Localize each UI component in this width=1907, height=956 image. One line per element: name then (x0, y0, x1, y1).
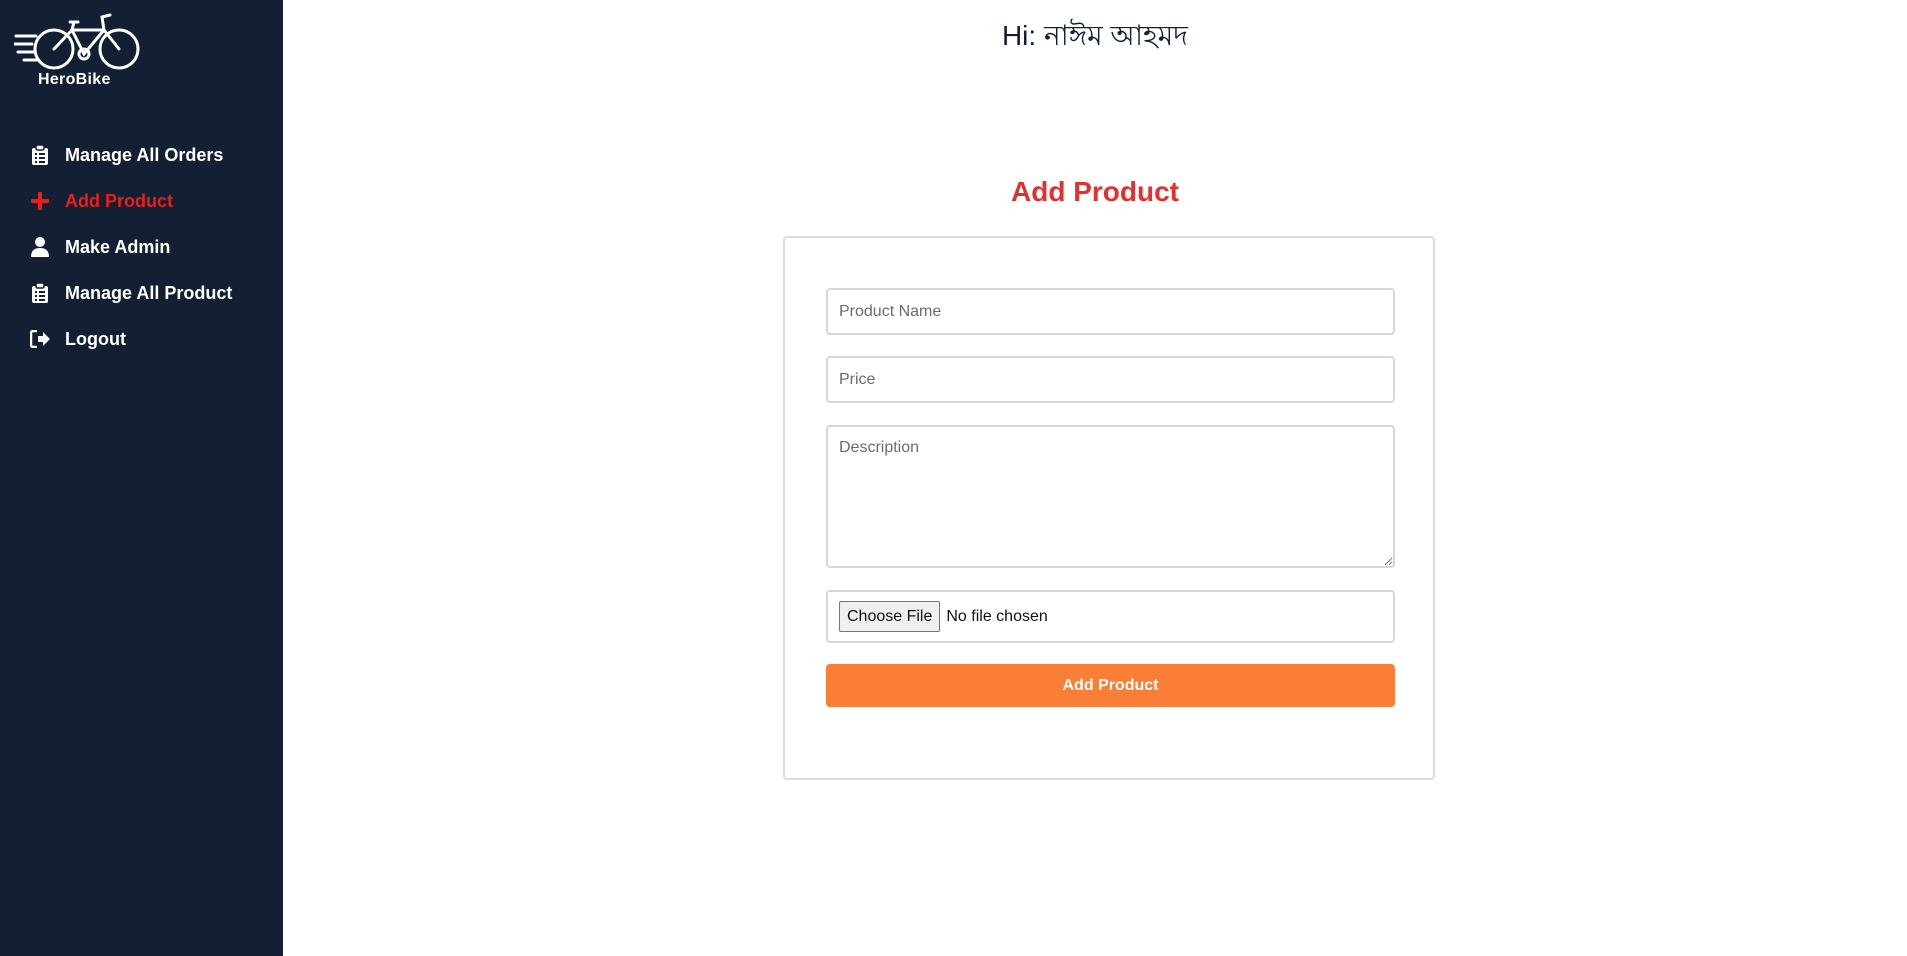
brand-name: HeroBike (38, 71, 111, 88)
sidebar-item-logout[interactable]: Logout (0, 316, 283, 362)
page-title: Add Product (1011, 176, 1179, 207)
sidebar-item-add-product[interactable]: Add Product (0, 178, 283, 224)
price-input[interactable] (826, 356, 1395, 403)
sign-out-icon (30, 329, 50, 349)
plus-icon (30, 191, 50, 211)
user-icon (30, 237, 50, 257)
brand-logo[interactable]: HeroBike (14, 12, 144, 92)
add-product-submit-button[interactable]: Add Product (826, 664, 1395, 707)
sidebar-item-label: Manage All Product (65, 282, 233, 303)
sidebar-item-label: Logout (65, 328, 126, 349)
add-product-form: Choose File No file chosen Add Product (783, 236, 1435, 780)
bicycle-icon (14, 13, 140, 70)
sidebar: HeroBike Manage All Orders Add Product M… (0, 0, 283, 956)
sidebar-nav: Manage All Orders Add Product Make Admin… (0, 132, 283, 362)
sidebar-item-label: Make Admin (65, 236, 171, 257)
description-textarea[interactable] (826, 425, 1395, 568)
product-name-input[interactable] (826, 288, 1395, 335)
sidebar-item-label: Add Product (65, 190, 173, 211)
clipboard-list-icon (30, 145, 50, 165)
sidebar-item-make-admin[interactable]: Make Admin (0, 224, 283, 270)
user-greeting: Hi: নাঈম আহমদ (1001, 20, 1189, 51)
clipboard-list-icon (30, 283, 50, 303)
file-status-text: No file chosen (946, 607, 1048, 625)
sidebar-item-manage-all-orders[interactable]: Manage All Orders (0, 132, 283, 178)
choose-file-button[interactable]: Choose File (839, 601, 941, 632)
sidebar-item-manage-all-product[interactable]: Manage All Product (0, 270, 283, 316)
sidebar-item-label: Manage All Orders (65, 144, 224, 165)
image-file-input[interactable]: Choose File No file chosen (826, 590, 1395, 643)
